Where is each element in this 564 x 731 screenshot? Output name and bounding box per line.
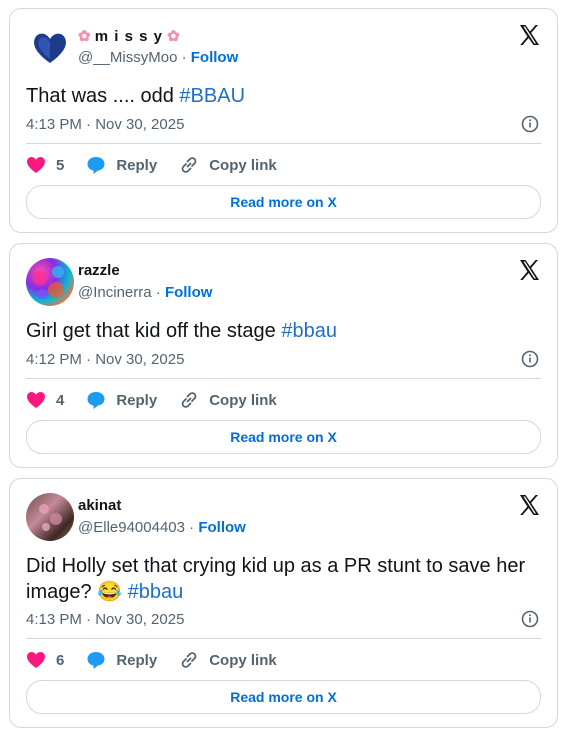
handle-line: @__MissyMoo · Follow xyxy=(78,49,239,66)
copy-link-button[interactable]: Copy link xyxy=(179,650,277,670)
x-logo-icon[interactable] xyxy=(517,23,541,47)
reply-button[interactable]: Reply xyxy=(86,390,157,410)
info-icon[interactable] xyxy=(521,115,539,133)
like-count: 6 xyxy=(56,651,65,669)
follow-link[interactable]: Follow xyxy=(191,49,239,66)
like-button[interactable]: 6 xyxy=(26,651,64,669)
laughing-emoji: 😂 xyxy=(97,581,123,603)
read-more-button[interactable]: Read more on X xyxy=(26,185,541,219)
heart-icon xyxy=(27,652,45,668)
copy-link-icon xyxy=(181,392,197,408)
display-name[interactable]: razzle xyxy=(78,262,120,279)
tweet-text: Girl get that kid off the stage #bbau xyxy=(26,320,337,342)
hashtag-link[interactable]: #BBAU xyxy=(179,85,245,107)
like-button[interactable]: 5 xyxy=(26,156,64,174)
follow-link[interactable]: Follow xyxy=(198,519,246,536)
tweet-card[interactable]: razzle @Incinerra · Follow Girl get that… xyxy=(9,243,558,468)
action-bar: 4 Reply Copy link xyxy=(26,388,299,412)
hashtag-link[interactable]: #bbau xyxy=(281,320,337,342)
handle-line: @Elle94004403 · Follow xyxy=(78,519,246,536)
user-handle[interactable]: @Incinerra xyxy=(78,284,152,301)
action-bar: 6 Reply Copy link xyxy=(26,648,299,672)
avatar[interactable] xyxy=(26,258,74,306)
action-bar: 5 Reply Copy link xyxy=(26,153,299,177)
handle-line: @Incinerra · Follow xyxy=(78,284,213,301)
reply-button[interactable]: Reply xyxy=(86,155,157,175)
like-count: 4 xyxy=(56,391,65,409)
display-name[interactable]: ✿ m i s s y ✿ xyxy=(78,27,180,45)
x-logo-icon[interactable] xyxy=(517,493,541,517)
copy-link-button[interactable]: Copy link xyxy=(179,155,277,175)
follow-link[interactable]: Follow xyxy=(165,284,213,301)
reply-button[interactable]: Reply xyxy=(86,650,157,670)
info-icon[interactable] xyxy=(521,350,539,368)
tweet-card[interactable]: ✿ m i s s y ✿ @__MissyMoo · Follow That … xyxy=(9,8,558,233)
heart-icon xyxy=(27,157,45,173)
like-button[interactable]: 4 xyxy=(26,391,64,409)
user-handle[interactable]: @__MissyMoo xyxy=(78,49,177,66)
x-logo-icon[interactable] xyxy=(517,258,541,282)
timestamp[interactable]: 4:13 PM · Nov 30, 2025 xyxy=(26,611,184,628)
copy-link-button[interactable]: Copy link xyxy=(179,390,277,410)
timestamp[interactable]: 4:12 PM · Nov 30, 2025 xyxy=(26,351,184,368)
avatar-image xyxy=(33,266,64,299)
avatar[interactable] xyxy=(26,493,74,541)
avatar-image xyxy=(39,504,62,531)
info-icon[interactable] xyxy=(521,610,539,628)
cherry-blossom-icon: ✿ xyxy=(78,28,91,45)
avatar[interactable] xyxy=(26,23,74,71)
hashtag-link[interactable]: #bbau xyxy=(128,581,184,603)
user-handle[interactable]: @Elle94004403 xyxy=(78,519,185,536)
display-name[interactable]: akinat xyxy=(78,497,121,514)
timestamp[interactable]: 4:13 PM · Nov 30, 2025 xyxy=(26,116,184,133)
divider xyxy=(26,638,541,639)
reply-icon xyxy=(87,157,105,174)
reply-icon xyxy=(87,652,105,669)
copy-link-icon xyxy=(181,652,197,668)
like-count: 5 xyxy=(56,156,65,174)
read-more-button[interactable]: Read more on X xyxy=(26,680,541,714)
read-more-button[interactable]: Read more on X xyxy=(26,420,541,454)
copy-link-icon xyxy=(181,157,197,173)
divider xyxy=(26,143,541,144)
heart-avatar xyxy=(34,33,66,63)
heart-icon xyxy=(27,392,45,408)
tweet-text: That was .... odd #BBAU xyxy=(26,85,246,107)
cherry-blossom-icon: ✿ xyxy=(167,28,180,45)
tweet-card[interactable]: akinat @Elle94004403 · Follow Did Holly … xyxy=(9,478,558,728)
tweet-text: Did Holly set that crying kid up as a PR… xyxy=(26,555,526,603)
divider xyxy=(26,378,541,379)
reply-icon xyxy=(87,392,105,409)
